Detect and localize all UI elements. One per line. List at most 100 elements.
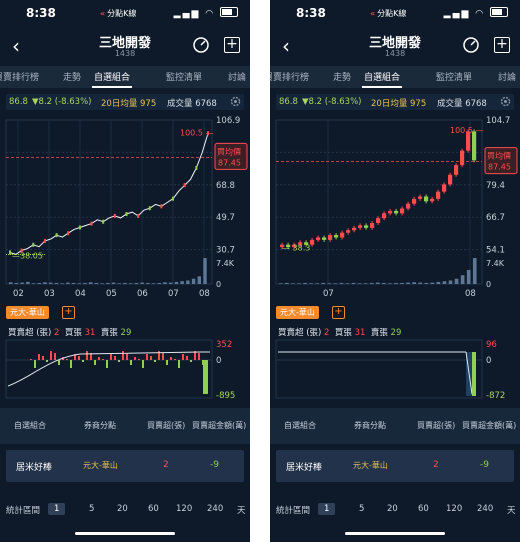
- y-tick-label: 30.7: [216, 246, 235, 256]
- tab-trend[interactable]: 走勢: [333, 70, 351, 83]
- quote-change: ▼8.2 (-8.63%): [302, 97, 362, 107]
- stock-code: 1438: [114, 49, 136, 58]
- y-tick-label: 106.9: [216, 116, 240, 126]
- period-20[interactable]: 20: [387, 504, 398, 514]
- volume-bar: [363, 283, 368, 284]
- broker-tag[interactable]: 元大-華山: [276, 306, 319, 319]
- net-label: 買賣超 (張): [278, 328, 322, 338]
- net-flow-bar: [166, 360, 168, 365]
- price-candle: [90, 221, 93, 226]
- volume-bar: [157, 282, 161, 284]
- table-row[interactable]: 居米好棒 元大-華山 2 -9: [276, 450, 514, 482]
- gauge-icon[interactable]: [462, 36, 480, 54]
- signal-wifi-icon: ▂▄▆ ◠: [174, 7, 238, 19]
- volume-bar: [321, 282, 326, 284]
- gear-icon[interactable]: [229, 95, 242, 108]
- buy-value: 31: [354, 328, 366, 338]
- add-broker-button[interactable]: +: [62, 306, 75, 319]
- price-candle: [113, 213, 116, 218]
- period-240[interactable]: 240: [477, 504, 493, 514]
- volume-bar: [315, 283, 319, 284]
- price-chart-left[interactable]: 106.988.268.849.730.77.4K002030405060708…: [0, 112, 250, 302]
- net-flow-chart-right: 96 0 -872: [275, 339, 505, 401]
- candle-body: [412, 198, 417, 204]
- row-net: 2: [433, 460, 439, 470]
- volume-bar: [448, 280, 453, 284]
- row-net: 2: [163, 460, 169, 470]
- home-indicator[interactable]: [75, 532, 175, 535]
- net-flow-bar: [472, 352, 476, 396]
- broker-tag[interactable]: 元大-華山: [6, 306, 49, 319]
- avg-price-badge-value: 87.45: [218, 158, 241, 167]
- candle-body: [400, 208, 405, 214]
- tab-trend[interactable]: 走勢: [63, 70, 81, 83]
- volume-bar: [180, 281, 184, 284]
- period-120[interactable]: 120: [446, 504, 462, 514]
- period-120[interactable]: 120: [176, 504, 192, 514]
- period-60[interactable]: 60: [148, 504, 159, 514]
- vol-tick-label: 7.4K: [486, 259, 505, 268]
- period-20[interactable]: 20: [117, 504, 128, 514]
- sub-frame: [275, 339, 483, 399]
- price-candle: [102, 219, 105, 224]
- period-240[interactable]: 240: [207, 504, 223, 514]
- gauge-icon[interactable]: [192, 36, 210, 54]
- status-bar: 8:38 «分點K線 ▂▄▆ ◠: [270, 0, 520, 28]
- add-broker-button[interactable]: +: [332, 306, 345, 319]
- tab-ranking[interactable]: 買賣排行榜: [0, 70, 39, 83]
- buy-label: 買張: [334, 328, 352, 338]
- avg-price-badge-label: 買均價: [487, 151, 511, 161]
- nav-bar: ‹ 三地開發 1438 +: [0, 28, 250, 64]
- net-flow-bar: [38, 354, 40, 360]
- volume-bar: [303, 282, 307, 284]
- net-flow-bar: [42, 356, 44, 360]
- candle-body: [460, 150, 465, 166]
- volume-bar: [117, 283, 121, 284]
- net-flow-bar: [110, 354, 112, 360]
- x-tick-label: 04: [75, 289, 86, 299]
- period-5[interactable]: 5: [89, 504, 94, 514]
- table-row[interactable]: 居米好棒 元大-華山 2 -9: [6, 450, 244, 482]
- gear-icon[interactable]: [499, 95, 512, 108]
- tab-discussion[interactable]: 討論: [228, 70, 246, 83]
- add-watchlist-icon[interactable]: +: [224, 37, 240, 53]
- period-5[interactable]: 5: [359, 504, 364, 514]
- net-flow-bar: [174, 359, 176, 360]
- net-flow-bar: [126, 353, 128, 360]
- net-label: 買賣超 (張): [8, 328, 52, 338]
- phone-screen-right: 8:38 «分點K線 ▂▄▆ ◠ ‹ 三地開發 1438 + 買賣排行榜 走勢 …: [270, 0, 520, 542]
- net-flow-bar: [190, 360, 192, 362]
- tab-watchlist-group[interactable]: 自選組合: [361, 70, 403, 88]
- volume-bar: [430, 282, 435, 284]
- tab-monitor-list[interactable]: 監控清單: [436, 70, 472, 83]
- x-tick-label: 07: [323, 289, 334, 299]
- th-amount: 買賣超金額(萬): [192, 421, 247, 430]
- period-1[interactable]: 1: [318, 503, 336, 515]
- volume-bar: [89, 282, 93, 284]
- tab-discussion[interactable]: 討論: [498, 70, 516, 83]
- volume-bar: [26, 281, 30, 284]
- stats-row: 買賣超 (張) 2 買張 31 賣張 29: [278, 326, 401, 338]
- period-60[interactable]: 60: [418, 504, 429, 514]
- row-amount: -9: [480, 460, 489, 470]
- volume-bar: [77, 283, 81, 284]
- sub-zero-label: 0: [486, 356, 491, 366]
- add-watchlist-icon[interactable]: +: [494, 37, 510, 53]
- net-flow-bar: [122, 351, 124, 360]
- th-broker: 券商分點: [84, 421, 116, 430]
- volume-bar: [285, 282, 289, 284]
- price-chart-right[interactable]: 104.792.079.466.754.17.4K00708買均價87.4510…: [270, 112, 520, 302]
- sub-max-label: 352: [216, 340, 232, 350]
- price-candle: [43, 238, 46, 243]
- period-1[interactable]: 1: [48, 503, 66, 515]
- tab-monitor-list[interactable]: 監控清單: [166, 70, 202, 83]
- home-indicator[interactable]: [345, 532, 445, 535]
- volume-bar: [436, 281, 441, 284]
- sub-max-label: 96: [486, 340, 497, 350]
- candle-body: [316, 237, 321, 240]
- volume-bar: [123, 282, 127, 284]
- tab-watchlist-group[interactable]: 自選組合: [91, 70, 133, 88]
- net-flow-bar: [170, 357, 172, 360]
- buy-value: 31: [84, 328, 96, 338]
- tab-ranking[interactable]: 買賣排行榜: [270, 70, 309, 83]
